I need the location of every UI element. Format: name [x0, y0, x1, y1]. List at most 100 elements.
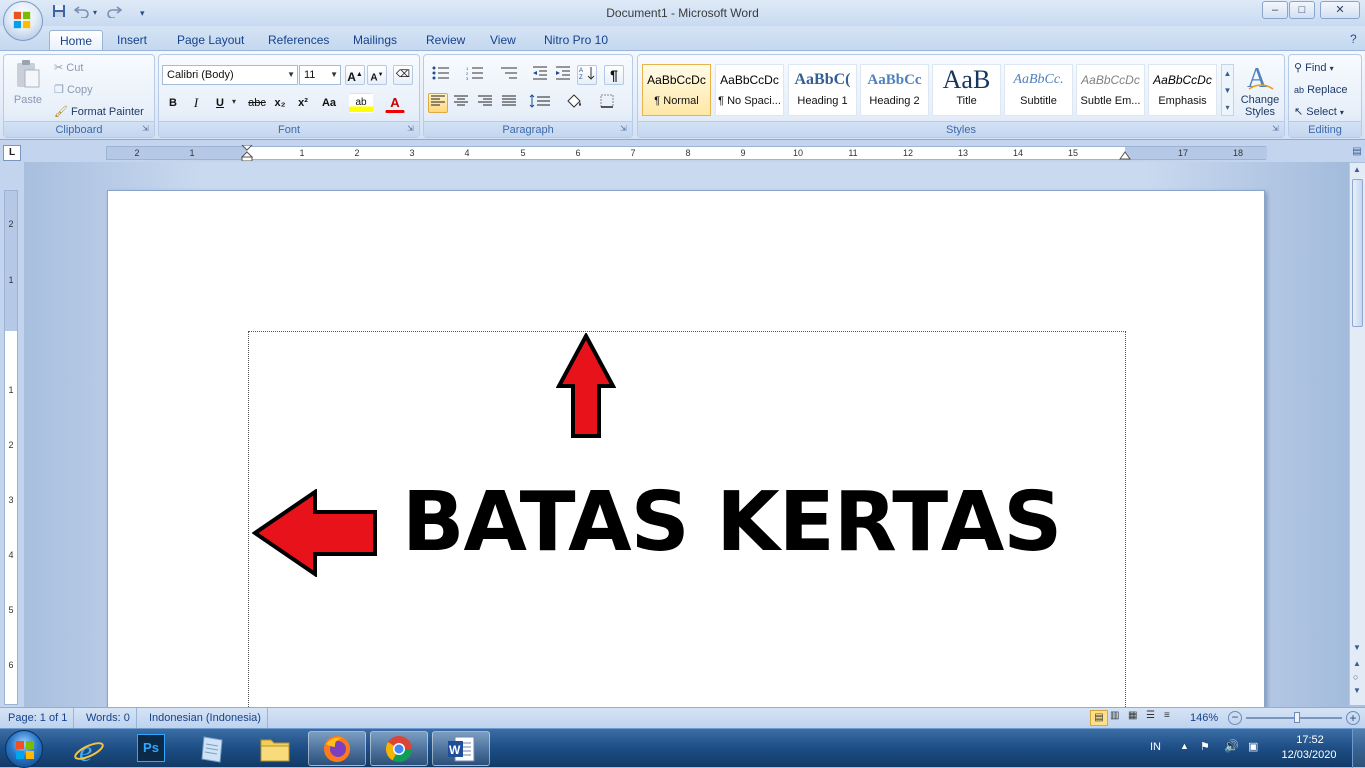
tab-home[interactable]: Home — [49, 30, 104, 50]
italic-button[interactable]: I — [186, 93, 206, 113]
action-center-flag-icon[interactable]: ⚑ — [1200, 740, 1210, 753]
language-indicator[interactable]: Indonesian (Indonesia) — [143, 708, 268, 728]
maximize-button[interactable]: □ — [1289, 1, 1315, 19]
taskbar-explorer[interactable] — [246, 731, 304, 766]
network-icon[interactable]: ▣ — [1248, 740, 1258, 753]
redo-icon[interactable] — [106, 4, 123, 22]
print-layout-icon[interactable]: ▤ — [1090, 710, 1108, 726]
style-no-spacing[interactable]: AaBbCcDc ¶ No Spaci... — [715, 64, 784, 116]
style-heading-1[interactable]: AaBbC( Heading 1 — [788, 64, 857, 116]
underline-button[interactable]: U — [210, 93, 230, 113]
align-right-button[interactable] — [475, 93, 495, 113]
next-page-icon[interactable]: ▼ — [1353, 686, 1361, 695]
cut-button[interactable]: ✂ Cut — [54, 60, 83, 76]
font-launcher-icon[interactable]: ⇲ — [407, 125, 416, 134]
outline-icon[interactable]: ☰ — [1146, 710, 1155, 721]
help-icon[interactable]: ? — [1350, 32, 1357, 46]
borders-button[interactable] — [596, 93, 624, 113]
highlight-button[interactable]: ab — [349, 93, 373, 113]
font-color-button[interactable]: A — [385, 93, 405, 113]
horizontal-ruler[interactable]: 2 1 1 2 3 4 5 6 7 8 9 10 11 12 13 14 15 … — [106, 145, 1267, 161]
sort-button[interactable]: AZ — [577, 65, 597, 85]
taskbar-ie[interactable]: e — [60, 731, 118, 768]
increase-indent-button[interactable] — [553, 65, 573, 85]
styles-scroll[interactable]: ▲ ▼ ▾ — [1221, 64, 1234, 116]
undo-dropdown-icon[interactable]: ▾ — [93, 4, 97, 22]
strikethrough-button[interactable]: abc — [245, 93, 269, 113]
document-page[interactable]: BATAS KERTAS — [107, 190, 1265, 721]
previous-page-icon[interactable]: ▲ — [1353, 659, 1361, 668]
zoom-slider-thumb[interactable] — [1294, 712, 1300, 723]
headline-text[interactable]: BATAS KERTAS — [402, 471, 1062, 575]
paste-button[interactable]: Paste — [10, 59, 46, 117]
draft-icon[interactable]: ≡ — [1164, 710, 1170, 721]
align-left-button[interactable] — [428, 93, 448, 113]
style-subtitle[interactable]: AaBbCc. Subtitle — [1004, 64, 1073, 116]
line-spacing-button[interactable] — [526, 93, 554, 113]
taskbar-firefox[interactable] — [308, 731, 366, 766]
word-count[interactable]: Words: 0 — [80, 708, 137, 728]
justify-button[interactable] — [499, 93, 519, 113]
underline-dropdown-icon[interactable]: ▾ — [232, 97, 236, 106]
find-button[interactable]: ⚲ Find ▾ — [1294, 60, 1334, 77]
tab-references[interactable]: References — [258, 30, 339, 50]
subscript-button[interactable]: x₂ — [270, 93, 290, 113]
change-styles-button[interactable]: A Change Styles — [1238, 61, 1282, 118]
style-heading-2[interactable]: AaBbCc Heading 2 — [860, 64, 929, 116]
copy-button[interactable]: ❐ Copy — [54, 82, 93, 98]
right-indent-marker-icon[interactable] — [1119, 150, 1131, 160]
change-case-button[interactable]: Aa — [317, 93, 341, 113]
bullets-button[interactable] — [428, 65, 454, 85]
taskbar-photoshop[interactable]: Ps — [122, 731, 180, 766]
clear-formatting-button[interactable]: ⌫ — [393, 65, 413, 85]
format-painter-button[interactable]: 🖌 Format Painter — [54, 104, 144, 120]
clipboard-launcher-icon[interactable]: ⇲ — [142, 125, 151, 134]
style-title[interactable]: AaB Title — [932, 64, 1001, 116]
font-size-combo[interactable]: 11 ▼ — [299, 65, 341, 85]
office-button[interactable] — [3, 1, 43, 41]
decrease-indent-button[interactable] — [530, 65, 550, 85]
tab-selector[interactable]: L — [3, 145, 21, 161]
volume-icon[interactable]: 🔊 — [1224, 739, 1239, 753]
styles-launcher-icon[interactable]: ⇲ — [1272, 125, 1281, 134]
tab-mailings[interactable]: Mailings — [343, 30, 407, 50]
show-desktop-button[interactable] — [1352, 729, 1365, 768]
full-screen-reading-icon[interactable]: ▥ — [1110, 710, 1119, 721]
page-count[interactable]: Page: 1 of 1 — [2, 708, 75, 728]
browse-object-icon[interactable]: ○ — [1353, 672, 1358, 682]
vertical-scrollbar[interactable]: ▲ ▼ ▲ ○ ▼ — [1349, 163, 1365, 705]
web-layout-icon[interactable]: ▦ — [1128, 710, 1137, 721]
tab-nitro-pro[interactable]: Nitro Pro 10 — [534, 30, 618, 50]
replace-button[interactable]: ab Replace — [1294, 82, 1347, 98]
taskbar-word[interactable]: W — [432, 731, 490, 766]
tab-page-layout[interactable]: Page Layout — [167, 30, 254, 50]
align-center-button[interactable] — [451, 93, 471, 113]
show-hidden-icons[interactable]: ▲ — [1180, 741, 1189, 751]
tab-view[interactable]: View — [480, 30, 526, 50]
minimize-button[interactable]: – — [1262, 1, 1288, 19]
grow-font-button[interactable]: A▲ — [345, 65, 365, 85]
scrollbar-thumb[interactable] — [1352, 179, 1363, 327]
taskbar-notepad[interactable] — [184, 731, 242, 766]
zoom-in-icon[interactable]: + — [1346, 711, 1360, 725]
scroll-down-icon[interactable]: ▼ — [1353, 643, 1361, 652]
undo-icon[interactable] — [73, 4, 90, 22]
customize-qat-icon[interactable]: ▾ — [140, 4, 145, 22]
start-button[interactable] — [5, 730, 43, 768]
show-formatting-button[interactable]: ¶ — [604, 65, 624, 85]
multilevel-list-button[interactable] — [496, 65, 522, 85]
scroll-up-icon[interactable]: ▲ — [1353, 165, 1361, 174]
clock-date[interactable]: 12/03/2020 — [1276, 749, 1342, 761]
close-button[interactable]: ✕ — [1320, 1, 1360, 19]
save-icon[interactable] — [52, 4, 66, 22]
zoom-level[interactable]: 146% — [1190, 708, 1218, 728]
clock-time[interactable]: 17:52 — [1282, 734, 1338, 746]
input-language[interactable]: IN — [1150, 741, 1161, 753]
numbering-button[interactable]: 123 — [462, 65, 488, 85]
tab-insert[interactable]: Insert — [107, 30, 157, 50]
style-emphasis[interactable]: AaBbCcDc Emphasis — [1148, 64, 1217, 116]
taskbar-chrome[interactable] — [370, 731, 428, 766]
select-button[interactable]: ↖ Select ▾ — [1294, 104, 1344, 121]
shrink-font-button[interactable]: A▼ — [367, 65, 387, 85]
bold-button[interactable]: B — [163, 93, 183, 113]
